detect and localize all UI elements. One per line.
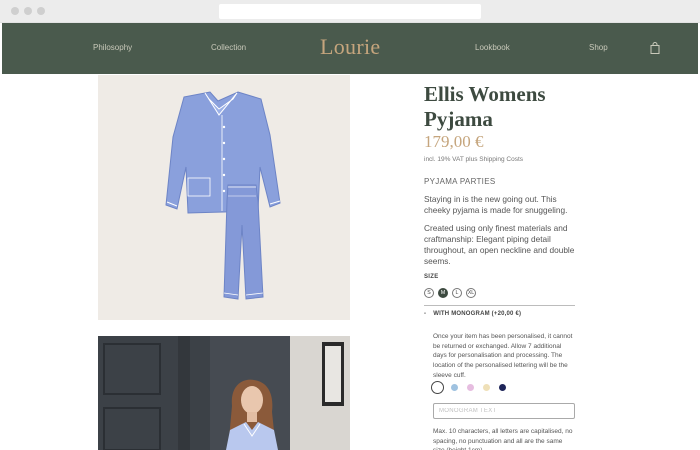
- pyjama-illustration: [165, 91, 281, 300]
- shopping-bag-icon[interactable]: [650, 42, 660, 54]
- main-nav: Philosophy Collection Lourie Lookbook Sh…: [2, 23, 698, 74]
- address-bar[interactable]: [219, 4, 481, 19]
- monogram-color-swatches: [433, 383, 506, 392]
- swatch-cream[interactable]: [483, 384, 490, 391]
- nav-item-collection[interactable]: Collection: [211, 43, 246, 52]
- nav-item-philosophy[interactable]: Philosophy: [93, 43, 132, 52]
- product-image-model[interactable]: [98, 336, 350, 450]
- size-option-m[interactable]: M: [438, 288, 448, 298]
- divider: [424, 305, 575, 306]
- product-title: Ellis Womens Pyjama: [424, 82, 546, 131]
- nav-item-shop[interactable]: Shop: [589, 43, 608, 52]
- collapse-icon: -: [424, 311, 427, 317]
- logo[interactable]: Lourie: [320, 34, 380, 60]
- window-maximize-dot[interactable]: [37, 7, 45, 15]
- swatch-white[interactable]: [433, 383, 442, 392]
- nav-item-lookbook[interactable]: Lookbook: [475, 43, 510, 52]
- window-close-dot[interactable]: [11, 7, 19, 15]
- swatch-pink[interactable]: [467, 384, 474, 391]
- product-price: 179,00 €: [424, 132, 484, 151]
- monogram-toggle-label: WITH MONOGRAM (+20,00 €): [433, 311, 522, 317]
- swatch-navy[interactable]: [499, 384, 506, 391]
- monogram-text-input[interactable]: [433, 403, 575, 419]
- model-photo-illustration: [98, 336, 350, 450]
- size-option-xl[interactable]: XL: [466, 288, 476, 298]
- product-description-2: Created using only finest materials and …: [424, 223, 575, 266]
- size-selector: S M L XL: [424, 288, 476, 299]
- monogram-max-note: Max. 10 characters, all letters are capi…: [433, 428, 573, 450]
- monogram-toggle[interactable]: - WITH MONOGRAM (+20,00 €): [424, 311, 521, 317]
- size-option-s[interactable]: S: [424, 288, 434, 298]
- product-subheading: PYJAMA PARTIES: [424, 177, 496, 186]
- vat-note: incl. 19% VAT plus Shipping Costs: [424, 156, 523, 163]
- swatch-light-blue[interactable]: [451, 384, 458, 391]
- product-description-1: Staying in is the new going out. This ch…: [424, 194, 568, 215]
- window-minimize-dot[interactable]: [24, 7, 32, 15]
- browser-chrome: [0, 0, 700, 23]
- size-label: SIZE: [424, 274, 439, 280]
- size-option-l[interactable]: L: [452, 288, 462, 298]
- monogram-note: Once your item has been personalised, it…: [433, 333, 573, 379]
- product-image-pyjama[interactable]: [98, 75, 350, 320]
